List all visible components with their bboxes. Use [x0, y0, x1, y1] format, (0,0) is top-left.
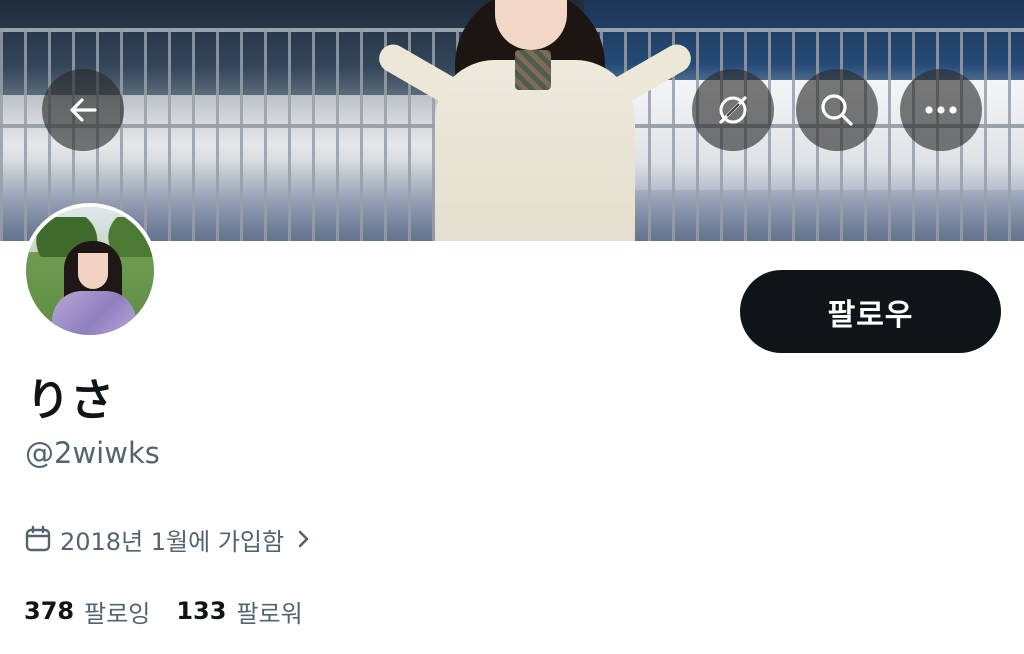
joined-date-text: 2018년 1월에 가입함: [60, 527, 285, 556]
avatar-dress: [52, 291, 136, 335]
grok-button[interactable]: [692, 69, 774, 151]
more-button[interactable]: [900, 69, 982, 151]
grok-icon: [719, 96, 747, 124]
avatar-face: [78, 253, 108, 289]
more-horizontal-icon: [925, 106, 957, 114]
avatar[interactable]: [22, 203, 158, 339]
followers-count: 133: [176, 597, 227, 625]
profile-page: 팔로우 りさ @2wiwks 2018년 1월에 가입함 378 팔로잉 133…: [0, 0, 1024, 654]
followers-stat[interactable]: 133 팔로워: [176, 594, 302, 629]
search-icon: [821, 94, 853, 126]
follow-stats: 378 팔로잉 133 팔로워: [24, 594, 329, 628]
banner-person: [374, 0, 696, 241]
banner-person-tie: [515, 50, 551, 90]
joined-date-row[interactable]: 2018년 1월에 가입함: [24, 522, 314, 556]
user-handle: @2wiwks: [25, 436, 160, 470]
chevron-right-icon[interactable]: [294, 527, 314, 551]
search-button[interactable]: [796, 69, 878, 151]
following-count: 378: [24, 597, 75, 625]
followers-label: 팔로워: [236, 599, 303, 628]
calendar-icon: [24, 525, 52, 553]
back-button[interactable]: [42, 69, 124, 151]
following-stat[interactable]: 378 팔로잉: [24, 594, 150, 629]
follow-button[interactable]: 팔로우: [740, 270, 1001, 353]
display-name: りさ: [26, 375, 114, 426]
following-label: 팔로잉: [84, 599, 151, 628]
arrow-left-icon: [70, 98, 97, 122]
